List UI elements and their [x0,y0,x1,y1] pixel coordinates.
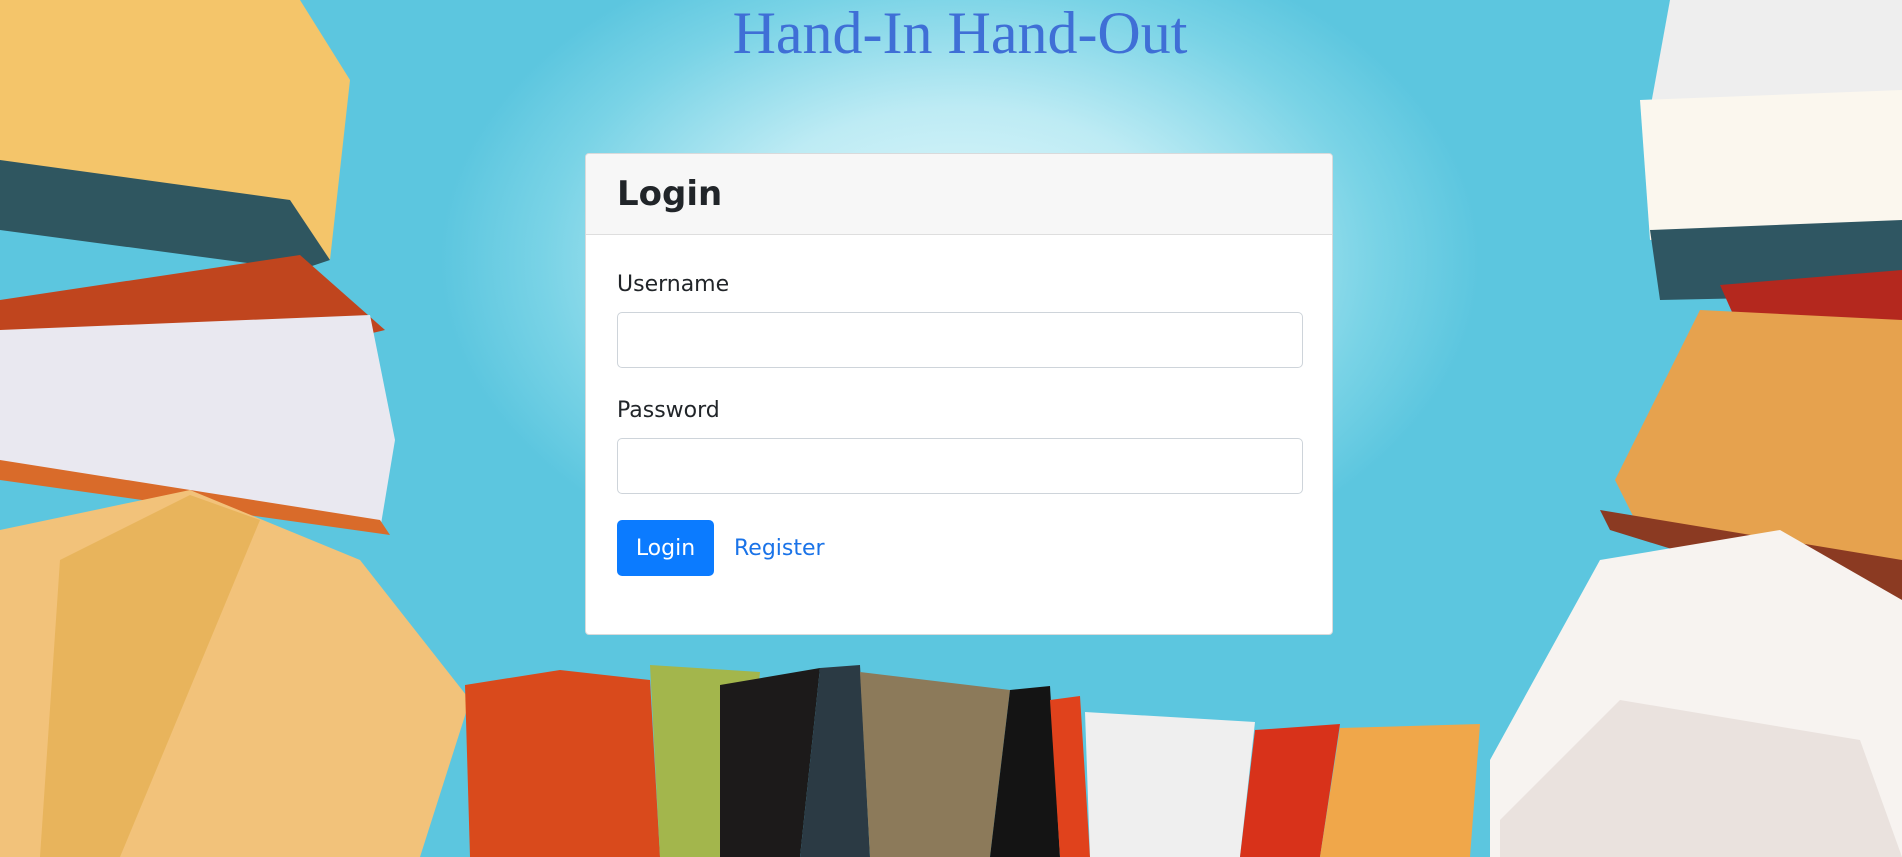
username-input[interactable] [617,312,1303,368]
login-form: Username Password Login Register [586,235,1332,576]
login-card: Login Username Password Login Register [585,153,1333,635]
form-actions: Login Register [617,520,1301,576]
password-label: Password [617,398,720,423]
login-card-header: Login [586,154,1332,235]
page-title: Hand-In Hand-Out [732,0,1188,66]
login-button[interactable]: Login [617,520,714,576]
login-card-title: Login [617,174,723,214]
username-label: Username [617,272,730,297]
password-input[interactable] [617,438,1303,494]
register-link[interactable]: Register [734,536,825,561]
